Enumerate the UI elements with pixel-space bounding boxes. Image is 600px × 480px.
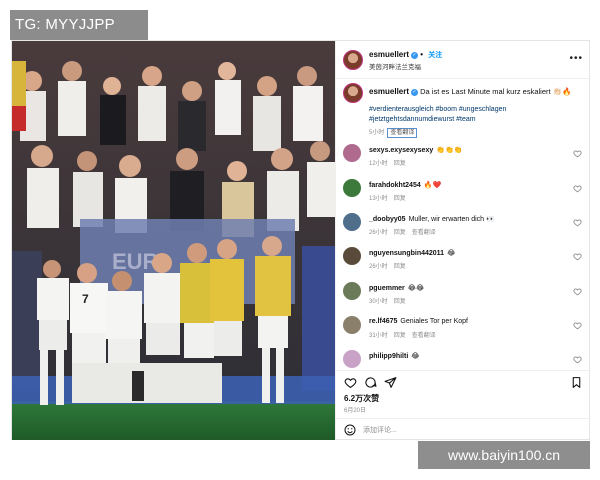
- caption-age: 5小时: [369, 130, 385, 136]
- comment-age: 12小时: [369, 161, 388, 167]
- comment-row: re.lf4675 Geniales Tor per Kopf 31小时 回复 查看翻译: [336, 316, 591, 344]
- caption-avatar[interactable]: [343, 83, 363, 103]
- comment-like-heart-icon[interactable]: [573, 149, 582, 158]
- comment-like-heart-icon[interactable]: [573, 252, 582, 261]
- jersey-number: 7: [82, 292, 89, 306]
- comment-text: 😂: [411, 353, 420, 360]
- commenter-username[interactable]: _doobyy05: [369, 216, 406, 223]
- comment-text: 👏👏👏: [436, 147, 463, 154]
- more-options-icon[interactable]: •••: [569, 53, 583, 64]
- verified-icon: ✓: [411, 89, 419, 96]
- translate-button[interactable]: 查看翻译: [387, 128, 418, 138]
- banner-text: EUR: [112, 249, 159, 274]
- comment-icon[interactable]: [364, 376, 377, 389]
- commenter-avatar[interactable]: [343, 213, 361, 231]
- comment-like-heart-icon[interactable]: [573, 287, 582, 296]
- comment-age: 26小时: [369, 264, 388, 270]
- author-username[interactable]: esmuellert: [369, 50, 409, 59]
- commenter-username[interactable]: sexys.exysexysexy: [369, 147, 433, 154]
- reply-button[interactable]: 回复: [394, 161, 406, 167]
- comments-panel: esmuellert ✓ • 关注 美茵河畔法兰克福 ••• esmuellert…: [335, 41, 591, 440]
- commenter-username[interactable]: philipp9hilti: [369, 353, 408, 360]
- reply-button[interactable]: 回复: [394, 230, 406, 236]
- comment-row: farahdokht2454 🔥❤️ 13小时 回复: [336, 179, 591, 207]
- translate-button[interactable]: 查看翻译: [412, 333, 436, 339]
- commenter-avatar[interactable]: [343, 144, 361, 162]
- comment-row: nguyensungbin442011 😂 26小时 回复: [336, 247, 591, 275]
- comment-row: _doobyy05 Muller, wir erwarten dich 👀 26小时…: [336, 213, 591, 241]
- add-comment-bar: 添加评论...: [336, 418, 591, 440]
- location-label[interactable]: 美茵河畔法兰克福: [369, 61, 421, 71]
- comment-like-heart-icon[interactable]: [573, 218, 582, 227]
- commenter-avatar[interactable]: [343, 316, 361, 334]
- comment-row: sexys.exysexysexy 👏👏👏 12小时 回复: [336, 144, 591, 172]
- commenter-avatar[interactable]: [343, 282, 361, 300]
- comment-text: 😂😂: [407, 285, 425, 292]
- comment-age: 26小时: [369, 230, 388, 236]
- commenter-avatar[interactable]: [343, 247, 361, 265]
- comment-age: 31小时: [369, 333, 388, 339]
- share-icon[interactable]: [384, 376, 397, 389]
- site-watermark: www.baiyin100.cn: [418, 441, 590, 469]
- comment-like-heart-icon[interactable]: [573, 184, 582, 193]
- caption-text: Da ist es Last Minute mal kurz eskaliert: [420, 87, 551, 96]
- reply-button[interactable]: 回复: [394, 333, 406, 339]
- verified-icon: ✓: [411, 52, 419, 59]
- action-bar: [336, 370, 591, 394]
- comment-like-heart-icon[interactable]: [573, 355, 582, 364]
- instagram-post: EUR 7 esmuellert ✓ • 关注 美茵河畔法兰克福 ••• esm…: [11, 40, 591, 440]
- comment-age: 13小时: [369, 196, 388, 202]
- post-photo[interactable]: EUR 7: [12, 41, 335, 440]
- commenter-username[interactable]: pguemmer: [369, 285, 405, 292]
- add-comment-input[interactable]: 添加评论...: [363, 425, 397, 435]
- reply-button[interactable]: 回复: [394, 264, 406, 270]
- commenter-avatar[interactable]: [343, 350, 361, 368]
- celebration-photo: EUR 7: [12, 41, 335, 440]
- post-header: esmuellert ✓ • 关注 美茵河畔法兰克福 •••: [336, 41, 591, 79]
- follow-button[interactable]: 关注: [428, 52, 442, 59]
- comment-text: 😂: [447, 250, 456, 257]
- comment-text: Muller, wir erwarten dich 👀: [408, 216, 495, 223]
- emoji-icon[interactable]: [344, 424, 356, 436]
- translate-button[interactable]: 查看翻译: [412, 230, 436, 236]
- post-date: 6月20日: [344, 408, 367, 414]
- like-heart-icon[interactable]: [344, 376, 357, 389]
- commenter-avatar[interactable]: [343, 179, 361, 197]
- bookmark-icon[interactable]: [570, 376, 583, 389]
- commenter-username[interactable]: nguyensungbin442011: [369, 250, 444, 257]
- reply-button[interactable]: 回复: [394, 196, 406, 202]
- likes-count[interactable]: 6.2万次赞: [344, 393, 379, 404]
- comment-row: pguemmer 😂😂 30小时 回复: [336, 282, 591, 310]
- reply-button[interactable]: 回复: [394, 299, 406, 305]
- commenter-username[interactable]: farahdokht2454: [369, 182, 421, 189]
- caption-hashtags[interactable]: #verdienterausgleich #boom #ungeschlagen…: [369, 105, 584, 125]
- comment-age: 30小时: [369, 299, 388, 305]
- comment-text: Geniales Tor per Kopf: [400, 318, 468, 325]
- tg-watermark: TG: MYYJJPP: [10, 10, 148, 40]
- caption-emojis: 👏🏻🔥: [552, 87, 572, 96]
- commenter-username[interactable]: re.lf4675: [369, 318, 397, 325]
- author-avatar[interactable]: [343, 50, 363, 70]
- comment-like-heart-icon[interactable]: [573, 321, 582, 330]
- comment-text: 🔥❤️: [423, 182, 442, 189]
- caption-username[interactable]: esmuellert: [369, 87, 409, 96]
